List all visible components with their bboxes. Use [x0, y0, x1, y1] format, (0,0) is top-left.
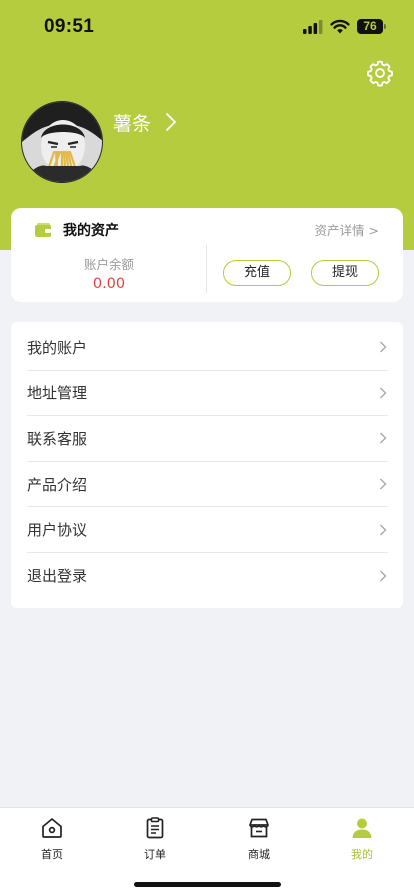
asset-card: 我的资产 资产详情 > 账户余额 0.00 充值 提现	[11, 208, 403, 302]
tab-store[interactable]: 商城	[207, 808, 311, 868]
settings-gear-icon[interactable]	[366, 59, 394, 87]
menu-item-user-agreement[interactable]: 用户协议	[27, 507, 388, 553]
wallet-icon	[35, 223, 51, 237]
profile-name: 薯条	[113, 112, 152, 135]
card-divider	[206, 245, 207, 293]
person-icon	[352, 818, 372, 838]
menu-item-label: 产品介绍	[27, 475, 88, 494]
menu-item-label: 我的账户	[27, 338, 88, 357]
tab-label: 我的	[351, 848, 373, 861]
menu-item-address[interactable]: 地址管理	[27, 371, 388, 417]
chevron-right-icon	[380, 432, 387, 444]
tab-orders[interactable]: 订单	[103, 808, 207, 868]
menu-item-customer-service[interactable]: 联系客服	[27, 416, 388, 462]
menu-item-logout[interactable]: 退出登录	[27, 553, 388, 599]
home-icon	[42, 818, 62, 838]
recharge-button[interactable]: 充值	[223, 260, 291, 286]
status-bar: 09:51 76	[0, 0, 414, 54]
battery-cap	[384, 24, 386, 29]
asset-detail-link[interactable]: 资产详情 >	[315, 220, 379, 239]
menu-item-product-intro[interactable]: 产品介绍	[27, 462, 388, 508]
chevron-right-icon	[166, 113, 176, 131]
menu-item-label: 用户协议	[27, 521, 88, 540]
tab-label: 订单	[144, 848, 166, 861]
balance-label: 账户余额	[83, 257, 134, 272]
avatar[interactable]	[21, 101, 103, 183]
chevron-right-icon	[380, 387, 387, 399]
battery-indicator: 76	[357, 19, 383, 34]
tab-label: 首页	[41, 848, 63, 861]
status-time: 09:51	[44, 16, 95, 37]
menu-item-my-account[interactable]: 我的账户	[27, 325, 388, 371]
withdraw-button[interactable]: 提现	[311, 260, 379, 286]
chevron-right-icon	[380, 524, 387, 536]
cellular-signal-icon	[303, 20, 323, 34]
home-indicator	[134, 882, 281, 887]
wifi-icon	[330, 19, 350, 34]
chevron-right-icon	[380, 570, 387, 582]
tab-label: 商城	[248, 848, 270, 861]
menu-item-label: 联系客服	[27, 429, 88, 448]
asset-title-row: 我的资产	[35, 218, 119, 242]
store-icon	[249, 818, 269, 838]
balance-value: 0.00	[92, 276, 126, 292]
menu-list: 我的账户 地址管理 联系客服 产品介绍 用户协议 退出登录	[11, 322, 403, 608]
menu-item-label: 地址管理	[27, 384, 88, 403]
menu-item-label: 退出登录	[27, 567, 88, 586]
chevron-right-icon	[380, 341, 387, 353]
profile-name-link[interactable]: 薯条	[113, 108, 177, 136]
avatar-illustration	[22, 102, 102, 182]
tab-me[interactable]: 我的	[310, 808, 414, 868]
asset-title: 我的资产	[63, 223, 119, 239]
chevron-right-icon	[380, 478, 387, 490]
clipboard-icon	[146, 817, 164, 839]
tab-home[interactable]: 首页	[0, 808, 104, 868]
